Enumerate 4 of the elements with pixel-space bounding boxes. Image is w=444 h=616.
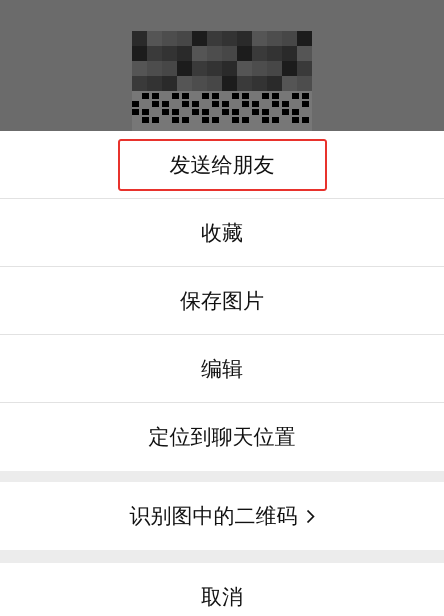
menu-item[interactable]: 识别图中的二维码 [0,482,444,550]
menu-item-label: 识别图中的二维码 [130,503,298,530]
chevron-icon [306,508,314,524]
cancel-button[interactable]: 取消 [0,563,444,616]
